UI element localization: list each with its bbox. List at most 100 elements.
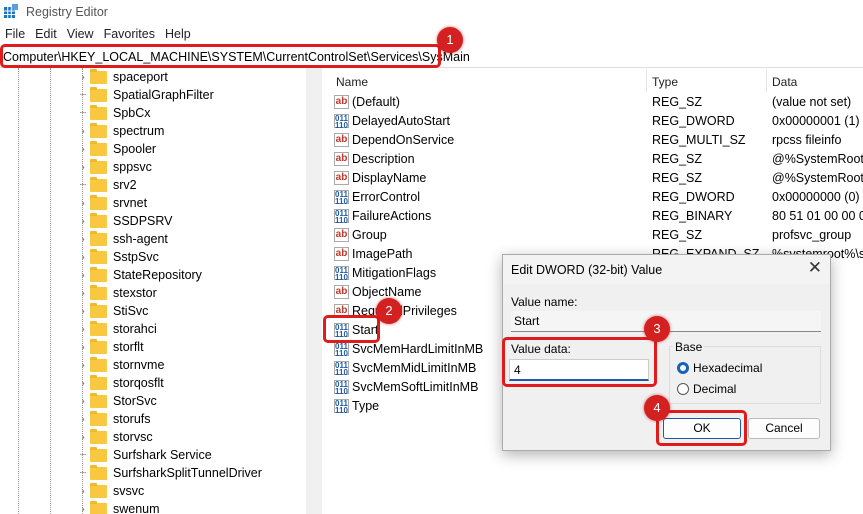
folder-icon bbox=[90, 320, 107, 336]
string-value-icon: ab bbox=[334, 133, 349, 147]
tree-item-label: stexstor bbox=[113, 286, 157, 300]
tree-item[interactable]: › storflt bbox=[78, 338, 144, 356]
chevron-right-icon[interactable]: › bbox=[78, 342, 88, 353]
tree-item-label: ssh-agent bbox=[113, 232, 168, 246]
binary-value-icon: 011 110 bbox=[334, 361, 349, 377]
tree-item[interactable]: › storqosflt bbox=[78, 374, 164, 392]
tree-item-label: stornvme bbox=[113, 358, 165, 372]
tree-item[interactable]: ┈ Surfshark Service bbox=[78, 446, 212, 464]
tree-item[interactable]: › StorSvc bbox=[78, 392, 157, 410]
folder-icon bbox=[90, 428, 107, 444]
annotation-badge-1: 1 bbox=[437, 27, 463, 53]
tree-item[interactable]: › storahci bbox=[78, 320, 157, 338]
chevron-right-icon[interactable]: › bbox=[78, 162, 88, 173]
tree-item[interactable]: › Spooler bbox=[78, 140, 156, 158]
chevron-right-icon[interactable]: › bbox=[78, 486, 88, 497]
menu-favorites[interactable]: Favorites bbox=[99, 27, 160, 45]
column-data[interactable]: Data bbox=[772, 75, 797, 89]
tree-item[interactable]: ┈ SpbCx bbox=[78, 104, 151, 122]
tree-item[interactable]: › stornvme bbox=[78, 356, 164, 374]
chevron-right-icon[interactable]: › bbox=[78, 216, 88, 227]
chevron-right-icon[interactable]: › bbox=[78, 144, 88, 155]
tree-item[interactable]: › ssh-agent bbox=[78, 230, 168, 248]
chevron-right-icon[interactable]: › bbox=[78, 252, 88, 263]
menu-file[interactable]: File bbox=[0, 27, 30, 45]
value-row[interactable]: abDisplayName REG_SZ @%SystemRoot% bbox=[334, 169, 863, 188]
value-row[interactable]: 011 110 DelayedAutoStart REG_DWORD 0x0000000… bbox=[334, 112, 863, 131]
chevron-right-icon[interactable]: › bbox=[78, 414, 88, 425]
value-row[interactable]: ab (Default) REG_SZ (value not set) bbox=[334, 93, 863, 112]
chevron-right-icon[interactable]: › bbox=[78, 432, 88, 443]
value-row[interactable]: 011 110 FailureActions REG_BINARY 80 51 01 0… bbox=[334, 207, 863, 226]
value-name: SvcMemMidLimitInMB bbox=[352, 361, 477, 375]
tree-guide-line bbox=[18, 68, 19, 514]
tree-item[interactable]: › SstpSvc bbox=[78, 248, 159, 266]
folder-icon bbox=[90, 230, 107, 246]
annotation-highlight-start bbox=[323, 315, 380, 343]
chevron-right-icon[interactable]: › bbox=[78, 234, 88, 245]
tree-item[interactable]: › storvsc bbox=[78, 428, 153, 446]
chevron-right-icon[interactable]: › bbox=[78, 288, 88, 299]
close-icon[interactable]: ✕ bbox=[808, 258, 822, 278]
hexadecimal-radio[interactable]: Hexadecimal bbox=[677, 361, 762, 375]
chevron-right-icon[interactable]: › bbox=[78, 396, 88, 407]
folder-icon bbox=[90, 356, 107, 372]
chevron-right-icon[interactable]: › bbox=[78, 360, 88, 371]
folder-icon bbox=[90, 212, 107, 228]
menu-edit[interactable]: Edit bbox=[30, 27, 62, 45]
tree-item[interactable]: › srvnet bbox=[78, 194, 147, 212]
chevron-right-icon[interactable]: › bbox=[78, 504, 88, 514]
tree-scrollbar[interactable] bbox=[306, 68, 322, 514]
binary-value-icon: 011 110 bbox=[334, 399, 349, 415]
column-name[interactable]: Name bbox=[336, 75, 368, 89]
tree-item[interactable]: › StateRepository bbox=[78, 266, 202, 284]
value-row[interactable]: ab DependOnService REG_MULTI_SZ rpcss filei… bbox=[334, 131, 863, 150]
tree-item[interactable]: › sppsvc bbox=[78, 158, 152, 176]
menu-view[interactable]: View bbox=[62, 27, 99, 45]
folder-icon bbox=[90, 338, 107, 354]
chevron-right-icon[interactable]: › bbox=[78, 306, 88, 317]
list-header: Name Type Data bbox=[328, 70, 863, 92]
binary-value-icon: 011 110 bbox=[334, 380, 349, 396]
tree-item[interactable]: ┈ SurfsharkSplitTunnelDriver bbox=[78, 464, 262, 482]
tree-item-label: SstpSvc bbox=[113, 250, 159, 264]
string-value-icon: ab bbox=[334, 247, 349, 261]
tree-item[interactable]: › storufs bbox=[78, 410, 151, 428]
tree-item-label: storufs bbox=[113, 412, 151, 426]
column-divider[interactable] bbox=[646, 70, 647, 92]
tree-item[interactable]: › swenum bbox=[78, 500, 160, 514]
value-row[interactable]: abDescription REG_SZ @%SystemRoot% bbox=[334, 150, 863, 169]
chevron-right-icon[interactable]: › bbox=[78, 324, 88, 335]
tree-item[interactable]: › spectrum bbox=[78, 122, 164, 140]
column-divider[interactable] bbox=[766, 70, 767, 92]
tree-item[interactable]: › stexstor bbox=[78, 284, 157, 302]
tree-item[interactable]: ┈ srv2 bbox=[78, 176, 137, 194]
chevron-right-icon[interactable]: › bbox=[78, 198, 88, 209]
value-row[interactable]: 011 110 ErrorControl REG_DWORD 0x00000000 (0… bbox=[334, 188, 863, 207]
column-type[interactable]: Type bbox=[652, 75, 678, 89]
tree-item[interactable]: › SSDPSRV bbox=[78, 212, 173, 230]
value-name-label: Value name: bbox=[511, 295, 578, 309]
chevron-right-icon[interactable]: › bbox=[78, 270, 88, 281]
folder-icon bbox=[90, 374, 107, 390]
value-name: Type bbox=[352, 399, 380, 413]
decimal-radio[interactable]: Decimal bbox=[677, 382, 736, 396]
chevron-right-icon[interactable]: › bbox=[78, 72, 88, 83]
tree-item[interactable]: › svsvc bbox=[78, 482, 144, 500]
chevron-right-icon[interactable]: › bbox=[78, 378, 88, 389]
folder-icon bbox=[90, 158, 107, 174]
tree-item[interactable]: ┈ SpatialGraphFilter bbox=[78, 86, 214, 104]
tree-item-label: SpbCx bbox=[113, 106, 151, 120]
value-name: DependOnService bbox=[352, 133, 455, 147]
tree-item[interactable]: › StiSvc bbox=[78, 302, 148, 320]
key-tree: › spaceport ┈ SpatialGraphFilter ┈ SpbCx › spec… bbox=[0, 68, 322, 514]
value-row[interactable]: ab Group REG_SZ profsvc_group bbox=[334, 226, 863, 245]
tree-item-label: SurfsharkSplitTunnelDriver bbox=[113, 466, 262, 480]
cancel-button[interactable]: Cancel bbox=[748, 418, 820, 439]
value-data: @%SystemRoot% bbox=[772, 171, 863, 185]
menu-help[interactable]: Help bbox=[160, 27, 196, 45]
value-name: MitigationFlags bbox=[352, 266, 437, 280]
tree-item[interactable]: › spaceport bbox=[78, 68, 168, 86]
folder-icon bbox=[90, 446, 107, 462]
chevron-right-icon[interactable]: › bbox=[78, 126, 88, 137]
